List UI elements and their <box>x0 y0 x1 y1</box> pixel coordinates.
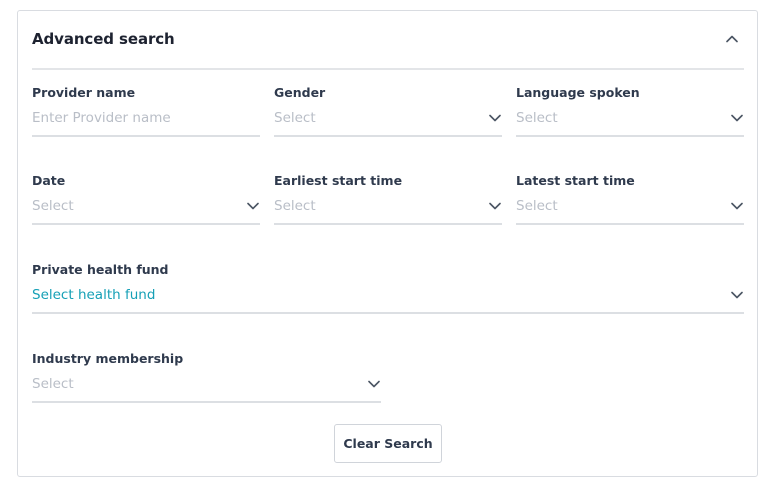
health-fund-value: Select health fund <box>32 287 156 303</box>
provider-name-input[interactable] <box>32 105 260 131</box>
panel-title: Advanced search <box>32 29 175 48</box>
advanced-search-panel: Advanced search Provider name Gender Sel… <box>17 10 758 477</box>
date-value: Select <box>32 198 74 214</box>
gender-select[interactable]: Select <box>274 107 502 137</box>
health-fund-select[interactable]: Select health fund <box>32 284 744 314</box>
earliest-start-label: Earliest start time <box>274 173 403 188</box>
membership-value: Select <box>32 376 74 392</box>
health-fund-label: Private health fund <box>32 262 169 277</box>
latest-start-value: Select <box>516 198 558 214</box>
date-select[interactable]: Select <box>32 195 260 225</box>
language-value: Select <box>516 110 558 126</box>
membership-select[interactable]: Select <box>32 373 381 403</box>
date-label: Date <box>32 173 66 188</box>
chevron-down-icon <box>730 288 744 302</box>
gender-label: Gender <box>274 85 326 100</box>
chevron-down-icon <box>367 377 381 391</box>
chevron-down-icon <box>730 199 744 213</box>
language-label: Language spoken <box>516 85 640 100</box>
chevron-down-icon <box>488 111 502 125</box>
language-select[interactable]: Select <box>516 107 744 137</box>
chevron-up-icon[interactable] <box>724 31 740 47</box>
latest-start-select[interactable]: Select <box>516 195 744 225</box>
chevron-down-icon <box>488 199 502 213</box>
chevron-down-icon <box>730 111 744 125</box>
chevron-down-icon <box>246 199 260 213</box>
gender-value: Select <box>274 110 316 126</box>
clear-search-button[interactable]: Clear Search <box>334 424 442 463</box>
earliest-start-value: Select <box>274 198 316 214</box>
advanced-search-header[interactable]: Advanced search <box>32 11 744 70</box>
earliest-start-select[interactable]: Select <box>274 195 502 225</box>
latest-start-label: Latest start time <box>516 173 635 188</box>
provider-name-control[interactable] <box>32 105 260 137</box>
membership-label: Industry membership <box>32 351 184 366</box>
provider-name-label: Provider name <box>32 85 136 100</box>
